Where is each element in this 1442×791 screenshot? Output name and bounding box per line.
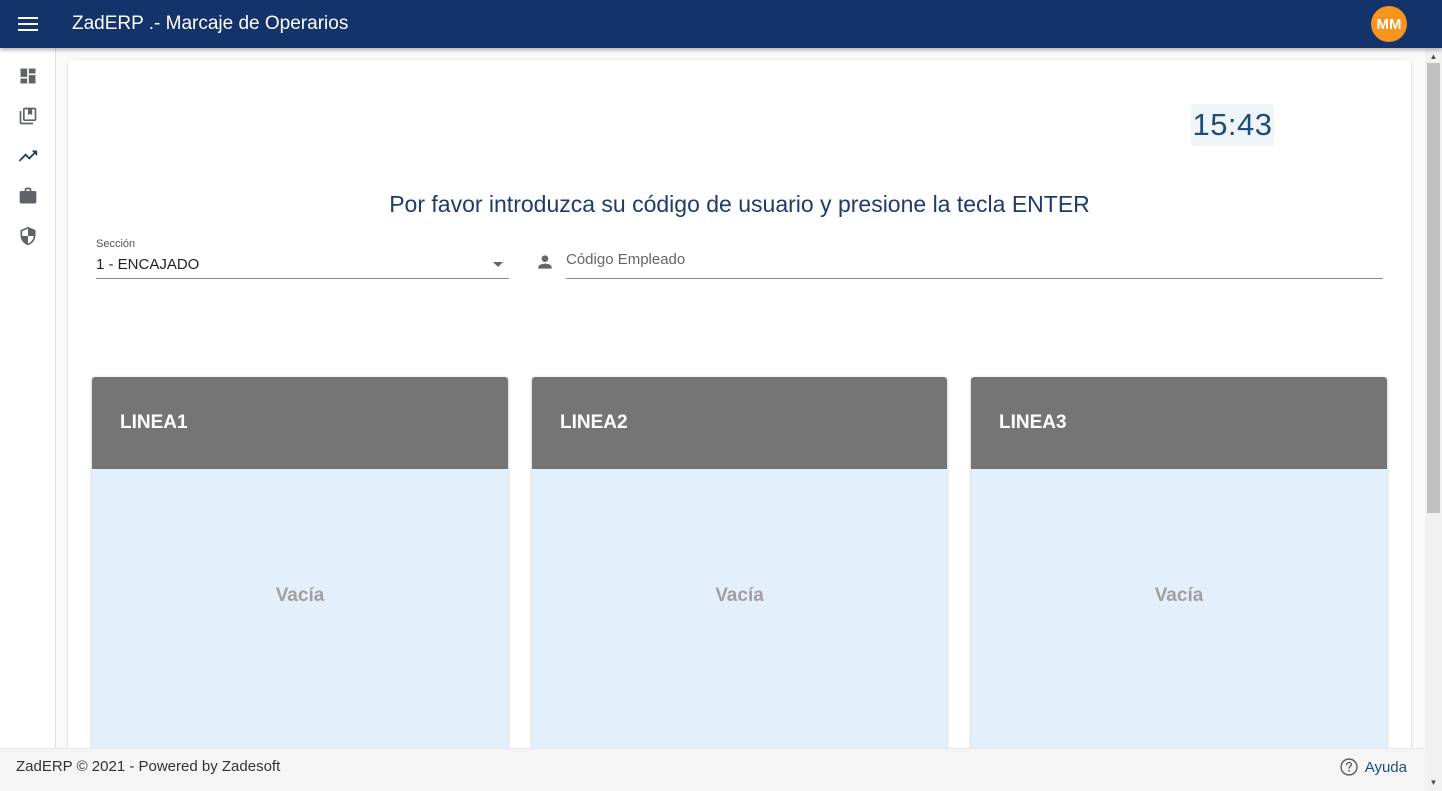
scrollbar-thumb[interactable]	[1427, 63, 1440, 513]
line-card-body: Vacía	[532, 469, 947, 760]
sidebar-item-dashboard[interactable]	[0, 56, 56, 96]
sidebar-nav	[0, 48, 56, 748]
security-shield-icon	[20, 226, 36, 246]
instruction-prompt: Por favor introduzca su código de usuari…	[389, 191, 1090, 217]
line-card-body: Vacía	[971, 469, 1387, 760]
vertical-scrollbar[interactable]: ▲ ▼	[1425, 48, 1442, 791]
library-icon	[19, 107, 37, 125]
hamburger-menu-icon	[18, 17, 38, 31]
sidebar-item-trending[interactable]	[0, 136, 56, 176]
footer: ZadERP © 2021 - Powered by Zadesoft Ayud…	[0, 748, 1425, 791]
line-status: Vacía	[715, 585, 764, 606]
trending-up-icon	[18, 150, 38, 162]
section-select[interactable]: Sección 1 - ENCAJADO	[96, 238, 509, 279]
line-status: Vacía	[1154, 585, 1204, 606]
sidebar-item-work[interactable]	[0, 176, 56, 216]
help-label: Ayuda	[1364, 758, 1407, 776]
line-card-body: Vacía	[92, 469, 508, 760]
line-card-linea3[interactable]: LINEA3 Vacía	[971, 377, 1387, 760]
main-content-card: 15:43 Por favor introduzca su código de …	[68, 60, 1411, 760]
line-card-header: LINEA1	[92, 377, 508, 469]
section-select-label: Sección	[96, 238, 136, 250]
menu-button[interactable]	[0, 0, 56, 48]
line-card-header: LINEA2	[532, 377, 947, 469]
user-avatar[interactable]: MM	[1371, 6, 1407, 42]
help-circle-icon	[1340, 758, 1358, 776]
employee-code-input[interactable]	[566, 247, 1383, 279]
scroll-down-arrow-icon[interactable]: ▼	[1425, 774, 1442, 791]
sidebar-item-security[interactable]	[0, 216, 56, 256]
section-select-value: 1 - ENCAJADO	[96, 256, 200, 273]
line-card-linea2[interactable]: LINEA2 Vacía	[532, 377, 947, 760]
clock-display: 15:43	[1191, 104, 1274, 146]
top-app-bar: ZadERP .- Marcaje de Operarios MM	[0, 0, 1442, 48]
dropdown-arrow-icon	[493, 262, 503, 267]
line-card-linea1[interactable]: LINEA1 Vacía	[92, 377, 508, 760]
person-icon	[538, 255, 552, 269]
footer-copyright: ZadERP © 2021 - Powered by Zadesoft	[16, 758, 281, 775]
line-status: Vacía	[275, 585, 325, 606]
briefcase-icon	[19, 187, 37, 204]
dashboard-icon	[20, 68, 36, 84]
app-title: ZadERP .- Marcaje de Operarios	[72, 13, 349, 34]
help-link[interactable]: Ayuda	[1339, 757, 1407, 777]
line-card-header: LINEA3	[971, 377, 1387, 469]
sidebar-item-library[interactable]	[0, 96, 56, 136]
